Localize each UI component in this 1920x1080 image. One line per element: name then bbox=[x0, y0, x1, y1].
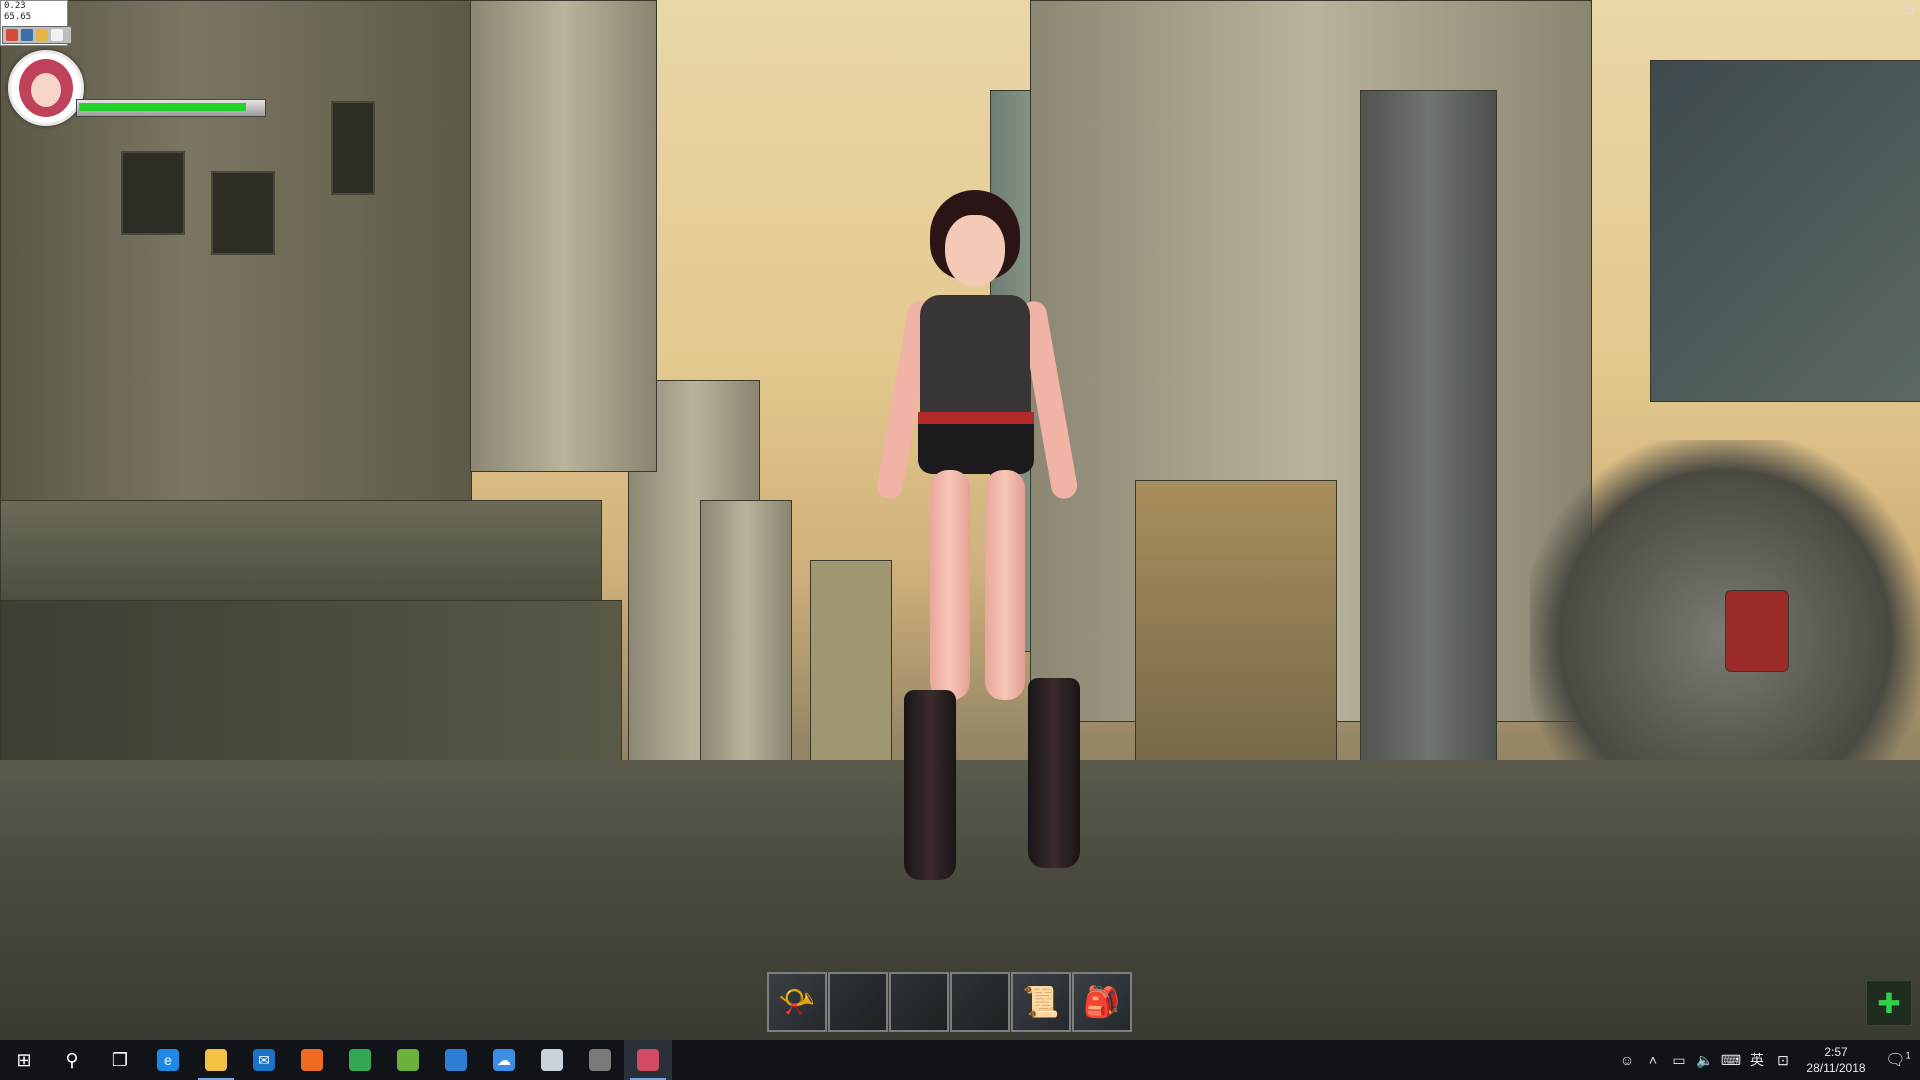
firefox-icon bbox=[301, 1049, 323, 1071]
game-tool-icon bbox=[589, 1049, 611, 1071]
clock-date: 28/11/2018 bbox=[1806, 1061, 1866, 1075]
building-window bbox=[331, 101, 375, 195]
notepad-icon bbox=[397, 1049, 419, 1071]
folder-tool-icon[interactable] bbox=[36, 29, 48, 41]
chevron-up-icon[interactable]: ˄ bbox=[1640, 1052, 1666, 1068]
volume-icon[interactable]: 🔈 bbox=[1692, 1052, 1718, 1069]
system-tray: ☺ ˄ ▭ 🔈 ⌨ 英 ⊡ 2:57 28/11/2018 🗨1 bbox=[1614, 1040, 1920, 1080]
notification-count: 1 bbox=[1905, 1050, 1911, 1061]
game-screen: 0.23 65.65 📯 📜 🎒 ✚ ❐ ⊞ ⚲ ❐ e ✉ ☁ ☺ ˄ ▭ 🔈 bbox=[0, 0, 1920, 1080]
notification-center-button[interactable]: 🗨1 bbox=[1876, 1050, 1920, 1070]
taskbar-app-mail[interactable]: ✉ bbox=[240, 1040, 288, 1080]
character-shorts bbox=[918, 424, 1034, 474]
player-character[interactable] bbox=[860, 190, 1140, 880]
start-button[interactable]: ⊞ bbox=[0, 1040, 48, 1080]
page-tool-icon[interactable] bbox=[51, 29, 63, 41]
people-icon[interactable]: ☺ bbox=[1614, 1052, 1640, 1068]
broken-structure bbox=[1650, 60, 1920, 402]
taskbar-app-chrome[interactable] bbox=[336, 1040, 384, 1080]
remote-icon bbox=[541, 1049, 563, 1071]
stats-line-1: 0.23 bbox=[4, 1, 26, 11]
taskbar-app-file-explorer[interactable] bbox=[192, 1040, 240, 1080]
item-hotbar: 📯 📜 🎒 bbox=[767, 972, 1132, 1032]
ime-options-icon[interactable]: ⊡ bbox=[1770, 1052, 1796, 1069]
hotbar-slot[interactable]: 📯 bbox=[767, 972, 827, 1032]
eye-tool-icon[interactable] bbox=[21, 29, 33, 41]
hotbar-slot[interactable] bbox=[828, 972, 888, 1032]
edge-icon: e bbox=[157, 1049, 179, 1071]
search-icon: ⚲ bbox=[65, 1049, 79, 1070]
mini-toolbar bbox=[2, 26, 72, 44]
mail-icon: ✉ bbox=[253, 1049, 275, 1071]
hotbar-slot[interactable]: 📜 bbox=[1011, 972, 1071, 1032]
clock-time: 2:57 bbox=[1824, 1045, 1848, 1059]
task-view-icon: ❐ bbox=[111, 1049, 129, 1070]
hotbar-slot[interactable]: 🎒 bbox=[1072, 972, 1132, 1032]
clock[interactable]: 2:57 28/11/2018 bbox=[1796, 1044, 1876, 1076]
building-window bbox=[121, 151, 185, 235]
character-top bbox=[920, 295, 1030, 420]
taskbar-app-remote[interactable] bbox=[528, 1040, 576, 1080]
map-scroll-icon: 📜 bbox=[1022, 985, 1060, 1019]
left-tower bbox=[470, 0, 657, 472]
task-view-button[interactable]: ❐ bbox=[96, 1040, 144, 1080]
character-left-boot bbox=[904, 690, 956, 880]
health-bar-fill bbox=[79, 103, 246, 111]
avatar-face bbox=[31, 73, 61, 107]
building-window bbox=[211, 171, 275, 255]
character-face bbox=[945, 215, 1005, 287]
character-left-leg bbox=[930, 470, 970, 700]
taskbar-app-firefox[interactable] bbox=[288, 1040, 336, 1080]
hotbar-slot[interactable] bbox=[950, 972, 1010, 1032]
cortana-icon bbox=[445, 1049, 467, 1071]
taskbar-app-game-window[interactable] bbox=[624, 1040, 672, 1080]
taskbar-app-cloud-drive[interactable]: ☁ bbox=[480, 1040, 528, 1080]
taskbar-app-notepad[interactable] bbox=[384, 1040, 432, 1080]
close-tool-icon[interactable] bbox=[6, 29, 18, 41]
phonograph-icon: 📯 bbox=[778, 985, 816, 1019]
character-right-boot bbox=[1028, 678, 1080, 868]
red-barrel bbox=[1725, 590, 1789, 672]
green-plus-icon[interactable]: ✚ bbox=[1866, 980, 1912, 1026]
cloud-drive-icon: ☁ bbox=[493, 1049, 515, 1071]
taskbar-app-cortana[interactable] bbox=[432, 1040, 480, 1080]
hotbar-slot[interactable] bbox=[889, 972, 949, 1032]
chrome-icon bbox=[349, 1049, 371, 1071]
windows-taskbar: ⊞ ⚲ ❐ e ✉ ☁ ☺ ˄ ▭ 🔈 ⌨ 英 ⊡ 2:57 28/11/2018 … bbox=[0, 1040, 1920, 1080]
keyboard-icon[interactable]: ⌨ bbox=[1718, 1052, 1744, 1069]
windows-logo-icon: ⊞ bbox=[16, 1049, 32, 1070]
ime-indicator[interactable]: 英 bbox=[1744, 1050, 1770, 1070]
backpack-icon: 🎒 bbox=[1083, 985, 1121, 1019]
health-bar bbox=[76, 99, 266, 117]
search-button[interactable]: ⚲ bbox=[48, 1040, 96, 1080]
taskbar-app-game-tool[interactable] bbox=[576, 1040, 624, 1080]
concrete-pillar bbox=[1360, 90, 1497, 792]
taskbar-app-edge[interactable]: e bbox=[144, 1040, 192, 1080]
character-right-leg bbox=[985, 470, 1025, 700]
game-viewport[interactable]: 0.23 65.65 📯 📜 🎒 ✚ ❐ bbox=[0, 0, 1920, 1040]
notification-icon: 🗨 bbox=[1885, 1052, 1906, 1069]
stats-line-2: 65.65 bbox=[4, 12, 32, 22]
player-avatar[interactable] bbox=[8, 50, 84, 126]
window-restore-icon[interactable]: ❐ bbox=[1904, 4, 1916, 17]
taskbar-apps: e ✉ ☁ bbox=[144, 1040, 672, 1080]
game-window-icon bbox=[637, 1049, 659, 1071]
network-icon[interactable]: ▭ bbox=[1666, 1052, 1692, 1069]
distant-building bbox=[700, 500, 792, 802]
file-explorer-icon bbox=[205, 1049, 227, 1071]
